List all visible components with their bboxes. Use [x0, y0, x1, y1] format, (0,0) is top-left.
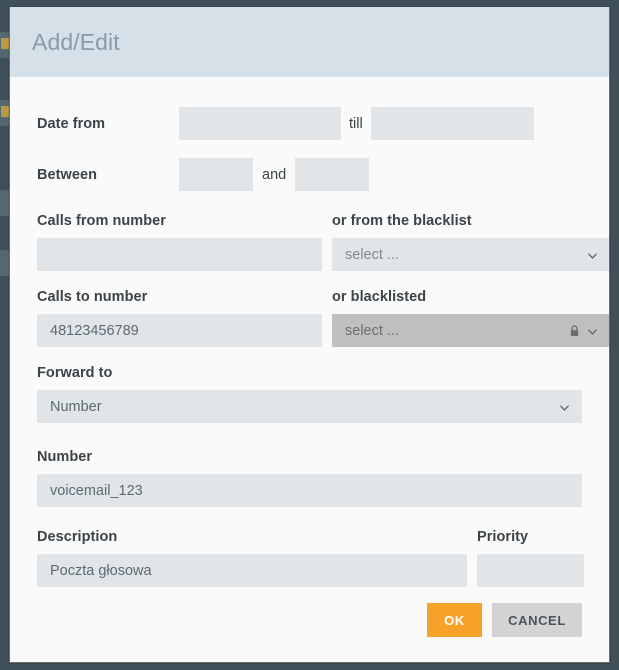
- add-edit-dialog: Add/Edit Date from till Between and Call…: [9, 7, 610, 663]
- date-from-input[interactable]: [179, 107, 341, 140]
- sidebar-row: [0, 250, 9, 276]
- row-description-labels: Description Priority: [37, 529, 582, 545]
- row-description-fields: [37, 554, 584, 587]
- label-and: and: [262, 166, 287, 183]
- sidebar-icon: [1, 106, 9, 117]
- chevron-down-icon: [587, 249, 598, 260]
- page-title: Add/Edit: [32, 28, 120, 55]
- label-between: Between: [37, 166, 97, 183]
- calls-to-number-input[interactable]: [37, 314, 322, 347]
- label-number: Number: [37, 449, 93, 465]
- label-till: till: [349, 115, 363, 132]
- description-input[interactable]: [37, 554, 467, 587]
- label-priority: Priority: [477, 529, 529, 545]
- row-calls-to-labels: Calls to number or blacklisted: [37, 289, 582, 305]
- between-to-input[interactable]: [295, 158, 370, 191]
- chevron-down-icon: [559, 401, 570, 412]
- number-input[interactable]: [37, 474, 582, 507]
- label-or-blacklisted: or blacklisted: [332, 289, 427, 305]
- calls-from-number-input[interactable]: [37, 238, 322, 271]
- sidebar-icon: [1, 38, 9, 49]
- row-date-from: Date from till: [37, 107, 582, 140]
- dialog-body: Date from till Between and Calls from nu…: [10, 77, 609, 662]
- from-blacklist-select[interactable]: select ...: [332, 238, 609, 271]
- row-calls-from-fields: select ...: [37, 238, 609, 271]
- from-blacklist-select-value: select ...: [345, 246, 399, 263]
- dialog-header: Add/Edit: [10, 7, 609, 77]
- sidebar-edge-sliver: [0, 0, 9, 670]
- lock-icon: [569, 324, 580, 337]
- or-blacklisted-select-value: select ...: [345, 322, 399, 339]
- label-date-from: Date from: [37, 115, 106, 132]
- or-blacklisted-select: select ...: [332, 314, 609, 347]
- label-forward-to: Forward to: [37, 365, 113, 381]
- ok-button[interactable]: OK: [427, 603, 482, 637]
- priority-input[interactable]: [477, 554, 584, 587]
- date-till-input[interactable]: [370, 107, 534, 140]
- dialog-footer: OK CANCEL: [427, 603, 582, 637]
- label-or-from-the-blacklist: or from the blacklist: [332, 213, 472, 229]
- sidebar-row: [0, 190, 9, 216]
- row-calls-to-fields: select ...: [37, 314, 609, 347]
- chevron-down-icon: [587, 325, 598, 336]
- between-from-input[interactable]: [179, 158, 253, 191]
- row-calls-from-labels: Calls from number or from the blacklist: [37, 213, 582, 229]
- forward-to-select-value: Number: [50, 398, 102, 415]
- cancel-button[interactable]: CANCEL: [492, 603, 582, 637]
- label-calls-to-number: Calls to number: [37, 289, 148, 305]
- label-calls-from-number: Calls from number: [37, 213, 166, 229]
- forward-to-select[interactable]: Number: [37, 390, 582, 423]
- label-description: Description: [37, 529, 118, 545]
- row-between: Between and: [37, 158, 582, 191]
